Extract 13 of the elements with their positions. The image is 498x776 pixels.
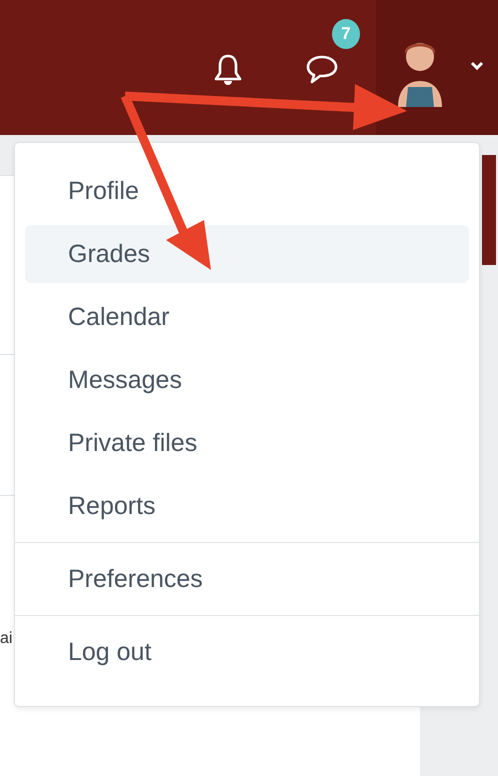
menu-item[interactable]: Calendar <box>25 288 469 346</box>
bell-icon[interactable] <box>212 52 244 86</box>
menu-item[interactable]: Preferences <box>25 550 469 608</box>
menu-item[interactable]: Log out <box>25 623 469 681</box>
menu-item[interactable]: Profile <box>25 162 469 220</box>
message-count-badge: 7 <box>332 19 360 49</box>
menu-item[interactable]: Grades <box>25 225 469 283</box>
chevron-down-icon[interactable] <box>470 60 484 70</box>
speech-bubble-icon[interactable] <box>304 53 340 85</box>
menu-item[interactable]: Messages <box>25 351 469 409</box>
menu-item[interactable]: Private files <box>25 414 469 472</box>
content-text: ai <box>0 630 12 648</box>
menu-item[interactable]: Reports <box>25 477 469 535</box>
